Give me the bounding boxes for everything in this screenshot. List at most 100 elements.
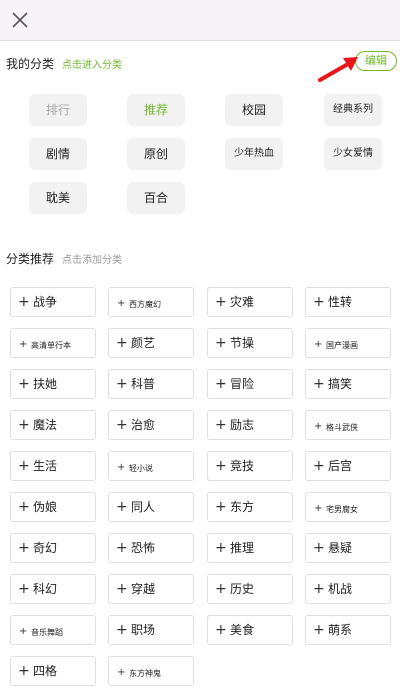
recommended-item[interactable]: + 魔法 — [10, 410, 96, 440]
recommended-item-label: 东方神鬼 — [129, 669, 161, 678]
recommended-item[interactable]: + 灾难 — [207, 287, 293, 317]
recommended-item[interactable]: + 职场 — [108, 615, 194, 645]
recommended-item[interactable]: + 励志 — [207, 410, 293, 440]
recommended-item[interactable]: + 萌系 — [305, 615, 391, 645]
my-category-item[interactable]: 排行 — [29, 94, 87, 126]
my-category-item[interactable]: 百合 — [127, 182, 185, 214]
plus-icon: + — [215, 376, 227, 392]
my-category-item[interactable]: 耽美 — [29, 182, 87, 214]
recommended-item[interactable]: + 推理 — [207, 533, 293, 563]
plus-icon: + — [215, 294, 227, 310]
recommended-item-label: 四格 — [33, 664, 58, 678]
recommended-item[interactable]: + 性转 — [305, 287, 391, 317]
plus-icon: + — [314, 421, 323, 432]
plus-icon: + — [116, 335, 128, 351]
recommended-item[interactable]: + 奇幻 — [10, 533, 96, 563]
recommended-item-label: 东方 — [230, 500, 255, 514]
recommended-item-label: 轻小说 — [129, 464, 153, 473]
recommended-item[interactable]: + 恐怖 — [108, 533, 194, 563]
red-arrow-annotation — [318, 57, 358, 82]
recommended-item[interactable]: + 冒险 — [207, 369, 293, 399]
recommended-item[interactable]: + 节操 — [207, 328, 293, 358]
plus-icon: + — [215, 417, 227, 433]
recommended-item-label: 美食 — [230, 623, 255, 637]
my-category-item[interactable]: 少年热血 — [225, 138, 283, 170]
my-category-item[interactable]: 剧情 — [29, 138, 87, 170]
recommended-item[interactable]: + 扶她 — [10, 369, 96, 399]
recommended-item[interactable]: + 美食 — [207, 615, 293, 645]
recommended-item-label: 伪娘 — [33, 500, 58, 514]
my-category-item[interactable]: 少女爱情 — [324, 138, 382, 170]
top-bar — [0, 0, 400, 41]
recommended-item-label: 穿越 — [131, 582, 156, 596]
recommended-item[interactable]: + 穿越 — [108, 574, 194, 604]
recommended-item[interactable]: + 东方神鬼 — [108, 656, 194, 686]
close-icon[interactable] — [6, 6, 34, 34]
plus-icon: + — [18, 581, 30, 597]
recommended-item-label: 高清单行本 — [31, 341, 71, 350]
recommended-item[interactable]: + 后宫 — [305, 451, 391, 481]
plus-icon: + — [313, 376, 325, 392]
plus-icon: + — [18, 294, 30, 310]
recommended-item-label: 治愈 — [131, 418, 156, 432]
recommended-item[interactable]: + 生活 — [10, 451, 96, 481]
recommended-item-label: 格斗武侠 — [326, 423, 358, 432]
plus-icon: + — [314, 339, 323, 350]
recommended-item-label: 颜艺 — [131, 336, 156, 350]
plus-icon: + — [313, 622, 325, 638]
recommended-item[interactable]: + 四格 — [10, 656, 96, 686]
recommended-item[interactable]: + 科普 — [108, 369, 194, 399]
recommended-item-label: 搞笑 — [328, 377, 353, 391]
plus-icon: + — [18, 458, 30, 474]
plus-icon: + — [215, 499, 227, 515]
recommended-item-label: 萌系 — [328, 623, 353, 637]
plus-icon: + — [117, 298, 126, 309]
recommended-item[interactable]: + 国产漫画 — [305, 328, 391, 358]
recommended-item-label: 宅男腐女 — [326, 505, 358, 514]
my-category-item[interactable]: 原创 — [127, 138, 185, 170]
my-category-item[interactable]: 校园 — [225, 94, 283, 126]
recommended-item[interactable]: + 西方魔幻 — [108, 287, 194, 317]
recommended-item[interactable]: + 治愈 — [108, 410, 194, 440]
recommended-item[interactable]: + 伪娘 — [10, 492, 96, 522]
recommended-item-label: 科普 — [131, 377, 156, 391]
recommended-item-label: 国产漫画 — [326, 341, 358, 350]
plus-icon: + — [313, 458, 325, 474]
recommended-item[interactable]: + 搞笑 — [305, 369, 391, 399]
my-category-item[interactable]: 经典系列 — [324, 94, 382, 126]
recommended-item[interactable]: + 音乐舞蹈 — [10, 615, 96, 645]
plus-icon: + — [116, 622, 128, 638]
recommended-item[interactable]: + 战争 — [10, 287, 96, 317]
plus-icon: + — [215, 540, 227, 556]
recommended-item[interactable]: + 机战 — [305, 574, 391, 604]
my-categories-title: 我的分类 — [6, 57, 55, 71]
recommended-item[interactable]: + 高清单行本 — [10, 328, 96, 358]
plus-icon: + — [18, 417, 30, 433]
recommended-item[interactable]: + 轻小说 — [108, 451, 194, 481]
recommended-item-label: 节操 — [230, 336, 255, 350]
plus-icon: + — [215, 581, 227, 597]
recommended-item-label: 悬疑 — [328, 541, 353, 555]
recommended-item-label: 同人 — [131, 500, 156, 514]
recommended-item[interactable]: + 颜艺 — [108, 328, 194, 358]
plus-icon: + — [117, 667, 126, 678]
recommended-item[interactable]: + 格斗武侠 — [305, 410, 391, 440]
recommended-item[interactable]: + 悬疑 — [305, 533, 391, 563]
plus-icon: + — [18, 663, 30, 679]
recommended-item-label: 灾难 — [230, 295, 255, 309]
recommended-item-label: 音乐舞蹈 — [31, 628, 63, 637]
recommended-item[interactable]: + 历史 — [207, 574, 293, 604]
plus-icon: + — [314, 503, 323, 514]
my-category-item[interactable]: 推荐 — [127, 94, 185, 126]
plus-icon: + — [18, 499, 30, 515]
plus-icon: + — [116, 417, 128, 433]
recommended-item[interactable]: + 科幻 — [10, 574, 96, 604]
recommended-item[interactable]: + 宅男腐女 — [305, 492, 391, 522]
recommended-item-label: 竞技 — [230, 459, 255, 473]
recommended-item[interactable]: + 同人 — [108, 492, 194, 522]
recommended-item-label: 历史 — [230, 582, 255, 596]
recommended-item[interactable]: + 东方 — [207, 492, 293, 522]
recommended-item[interactable]: + 竞技 — [207, 451, 293, 481]
recommended-item-label: 科幻 — [33, 582, 58, 596]
recommended-item-label: 西方魔幻 — [129, 300, 161, 309]
